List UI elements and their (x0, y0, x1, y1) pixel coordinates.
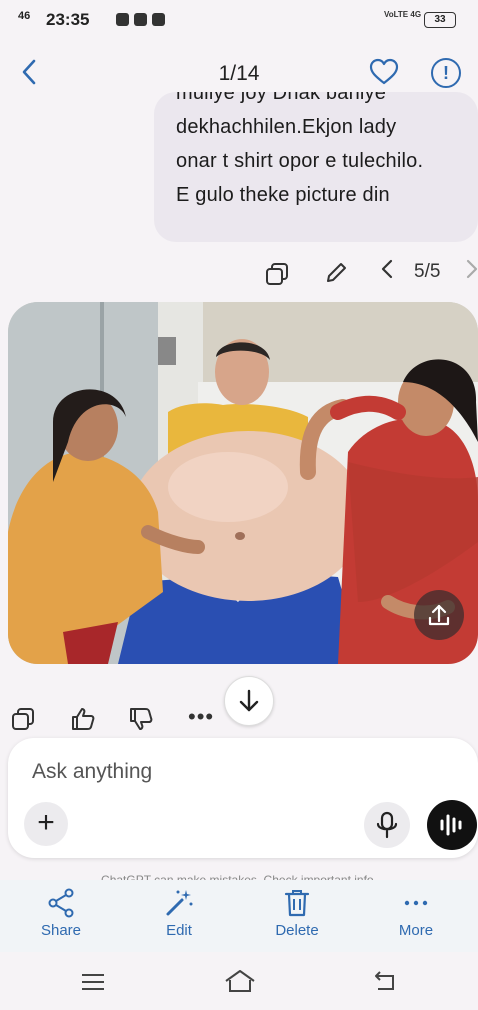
edit-label: Edit (166, 922, 192, 939)
more-actions-button[interactable]: ••• (188, 704, 214, 730)
bottom-action-bar: Share Edit Delete More (0, 880, 478, 952)
next-version-button[interactable] (465, 258, 478, 286)
user-message-bubble: muliye joy Dhak baniye dekhachhilen.Ekjo… (154, 92, 478, 242)
share-icon (48, 888, 74, 918)
home-button[interactable] (223, 968, 257, 999)
edit-button[interactable]: Edit (129, 880, 229, 952)
trash-icon (284, 890, 310, 917)
recents-button[interactable] (80, 972, 106, 997)
message-composer: Ask anything + (8, 738, 478, 858)
sound-wave-icon (440, 814, 462, 836)
copy-response-button[interactable] (10, 706, 36, 732)
system-navigation-bar (0, 952, 478, 1010)
previous-version-button[interactable] (380, 258, 394, 286)
copy-icon (12, 708, 34, 730)
magic-wand-icon (166, 890, 193, 916)
upload-icon (428, 604, 450, 626)
dictate-button[interactable] (364, 802, 410, 848)
ellipsis-icon (404, 900, 428, 906)
signal-indicator: 46 (18, 10, 31, 22)
network-indicator: VoLTE 4G (384, 10, 422, 19)
delete-button[interactable]: Delete (247, 880, 347, 952)
microphone-icon (376, 811, 398, 839)
delete-label: Delete (275, 922, 319, 939)
back-nav-button[interactable] (372, 970, 398, 997)
attach-button[interactable]: + (24, 802, 68, 846)
info-button[interactable]: ! (431, 58, 461, 88)
edit-message-button[interactable] (323, 260, 349, 286)
photo-illustration (8, 302, 478, 664)
home-icon (225, 970, 255, 992)
copy-button[interactable] (264, 261, 290, 287)
thumbs-up-button[interactable] (70, 706, 96, 732)
message-input[interactable]: Ask anything (32, 760, 152, 784)
plus-icon: + (37, 806, 55, 839)
message-line: muliye joy Dhak baniye (176, 92, 387, 104)
more-label: More (398, 922, 434, 939)
chevron-left-icon (381, 259, 393, 279)
message-text: muliye joy Dhak baniye dekhachhilen.Ekjo… (176, 92, 476, 212)
voice-mode-button[interactable] (427, 800, 477, 850)
message-line: dekhachhilen.Ekjon lady (176, 116, 397, 138)
page-position: 1/14 (218, 62, 260, 85)
chevron-right-icon (466, 259, 478, 279)
heart-icon (369, 58, 399, 85)
pencil-icon (327, 263, 346, 282)
favorite-button[interactable] (369, 58, 399, 88)
clock: 23:35 (46, 10, 90, 29)
version-pager: 5/5 (414, 261, 441, 282)
notification-icon (152, 13, 165, 26)
exclamation-icon: ! (443, 63, 449, 83)
copy-icon (266, 263, 288, 285)
ellipsis-icon: ••• (188, 704, 215, 729)
thumbs-down-icon (130, 708, 153, 730)
thumbs-down-button[interactable] (128, 706, 154, 732)
back-arrow-icon (375, 971, 394, 990)
notification-icon (134, 13, 147, 26)
generated-image[interactable] (8, 302, 478, 664)
battery-indicator: 33 (424, 12, 456, 28)
menu-icon (82, 974, 104, 990)
message-line: E gulo theke picture din (176, 184, 390, 206)
status-bar: 46 23:35 VoLTE 4G 33 (0, 0, 478, 42)
arrow-down-icon (239, 689, 259, 712)
share-label: Share (40, 922, 82, 939)
scroll-to-bottom-button[interactable] (224, 676, 274, 726)
thumbs-up-icon (72, 708, 95, 730)
share-image-button[interactable] (414, 590, 464, 640)
message-line: onar t shirt opor e tulechilo. (176, 150, 424, 172)
more-button[interactable]: More (366, 880, 466, 952)
notification-icon (116, 13, 129, 26)
share-button[interactable]: Share (11, 880, 111, 952)
